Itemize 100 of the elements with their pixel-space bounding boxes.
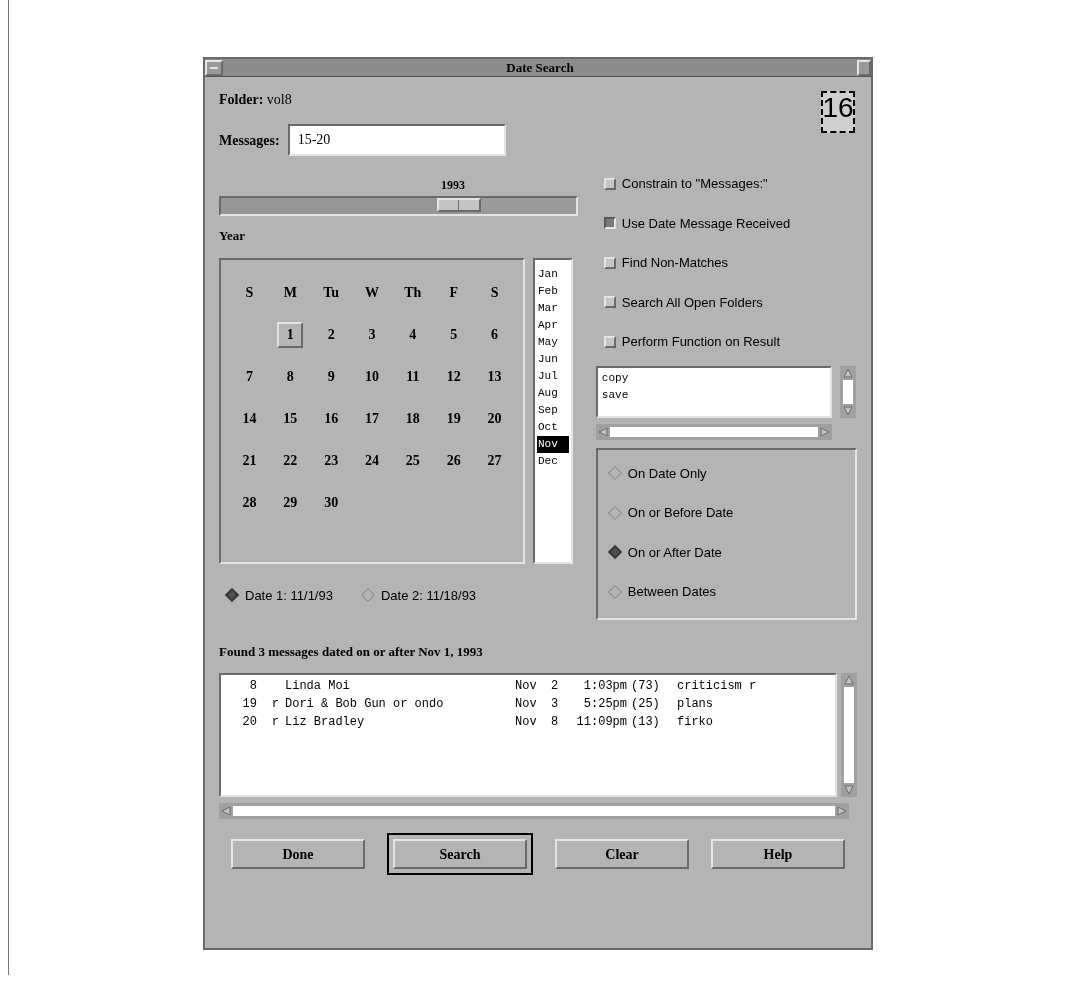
month-list[interactable]: Jan Feb Mar Apr May Jun Jul Aug Sep Oct Nov Dec — [533, 257, 573, 564]
vertical-scrollbar[interactable] — [839, 365, 856, 418]
slider-label: Year — [219, 227, 246, 245]
message-sender: Linda Moi — [285, 678, 351, 695]
day-cell[interactable]: 12 — [440, 363, 467, 390]
day-cell[interactable]: 6 — [481, 321, 508, 348]
horizontal-scrollbar[interactable] — [595, 423, 832, 440]
message-number: 19 — [241, 696, 257, 713]
stamp-day: 16 — [822, 93, 854, 123]
day-cell[interactable]: 21 — [236, 447, 263, 474]
dialog-button[interactable]: Done — [231, 839, 365, 869]
month-item[interactable]: Apr — [537, 316, 569, 334]
right-arrow-icon[interactable] — [819, 426, 830, 437]
day-cell[interactable]: 18 — [399, 405, 426, 432]
month-item[interactable]: Feb — [537, 282, 569, 300]
day-cell[interactable]: 14 — [236, 405, 263, 432]
day-cell[interactable]: 24 — [359, 447, 385, 474]
day-cell[interactable]: 10 — [359, 363, 385, 390]
weekday-label: M — [282, 283, 298, 302]
day-cell[interactable]: 1 — [277, 321, 304, 348]
weekday-label: Th — [403, 283, 423, 302]
folder-label: Folder: — [219, 92, 265, 107]
day-cell[interactable]: 9 — [318, 363, 345, 390]
radio-label: Date 2: 11/18/93 — [380, 586, 477, 605]
result-row[interactable]: 8 Linda Moi Nov 2 1:03pm (73) criticism r — [221, 677, 836, 695]
month-item[interactable]: Dec — [537, 452, 569, 470]
vertical-scrollbar[interactable] — [841, 673, 857, 797]
message-time: 5:25pm — [582, 696, 628, 713]
radio-label: On or Before Date — [627, 504, 734, 522]
function-item[interactable]: copy — [601, 369, 826, 387]
up-arrow-icon[interactable] — [844, 675, 855, 685]
month-item[interactable]: Jul — [537, 367, 569, 385]
radio-label: On Date Only — [627, 464, 707, 483]
right-arrow-icon[interactable] — [837, 806, 847, 816]
message-number: 8 — [248, 678, 257, 695]
message-number: 20 — [241, 714, 257, 731]
results-list[interactable]: 8 Linda Moi Nov 2 1:03pm (73) criticism r 19 r Dori & Bob Gun or ondo Nov 3 5:25pm (25) plans 20 r Liz Bradley Nov 8 11:09pm (13) firko — [219, 673, 838, 797]
day-cell[interactable]: 20 — [481, 405, 508, 432]
dialog-button[interactable]: Clear — [555, 839, 689, 869]
checkbox-label: Use Date Message Received — [621, 214, 791, 233]
day-cell[interactable]: 2 — [318, 321, 345, 348]
month-item[interactable]: May — [537, 333, 569, 351]
month-item[interactable]: Jan — [537, 265, 569, 283]
folder-name: vol8 — [266, 92, 292, 107]
result-row[interactable]: 20 r Liz Bradley Nov 8 11:09pm (13) firko — [221, 713, 836, 731]
dialog-button[interactable]: Help — [711, 839, 845, 869]
month-item[interactable]: Mar — [537, 299, 569, 317]
day-cell[interactable]: 5 — [440, 321, 467, 348]
window-resize-button[interactable] — [857, 59, 871, 76]
day-cell[interactable]: 17 — [359, 405, 385, 432]
message-date: Nov 3 — [515, 696, 560, 713]
status-text: r — [271, 697, 279, 711]
message-subject: criticism r — [676, 678, 757, 695]
messages-label: Messages: — [219, 131, 280, 150]
day-cell[interactable]: 13 — [481, 363, 508, 390]
messages-field[interactable]: 15-20 — [287, 124, 506, 156]
window-menu-button[interactable] — [205, 59, 223, 76]
radio-label: On or After Date — [627, 543, 722, 562]
checkbox-label: Find Non-Matches — [621, 254, 729, 272]
day-cell[interactable]: 25 — [399, 447, 426, 474]
month-item[interactable]: Nov — [537, 435, 569, 453]
day-cell[interactable]: 16 — [318, 405, 345, 432]
function-list[interactable]: copy save — [595, 365, 832, 418]
result-row[interactable]: 19 r Dori & Bob Gun or ondo Nov 3 5:25pm (25) plans — [221, 695, 836, 713]
month-item[interactable]: Aug — [537, 384, 569, 402]
month-item[interactable]: Jun — [537, 350, 569, 368]
day-cell[interactable]: 29 — [277, 489, 304, 516]
day-cell[interactable]: 27 — [481, 447, 508, 474]
left-arrow-icon[interactable] — [597, 426, 608, 437]
up-arrow-icon[interactable] — [842, 367, 853, 378]
horizontal-scrollbar[interactable] — [219, 803, 849, 819]
left-arrow-icon[interactable] — [221, 806, 231, 816]
message-size: (73) — [631, 678, 661, 695]
message-date: Nov 2 — [515, 678, 560, 695]
day-cell[interactable]: 19 — [440, 405, 467, 432]
dialog-button[interactable]: Search — [393, 839, 527, 869]
day-cell[interactable]: 28 — [236, 489, 263, 516]
down-arrow-icon[interactable] — [842, 405, 853, 416]
slider-thumb[interactable] — [436, 198, 481, 212]
day-cell[interactable]: 3 — [359, 321, 385, 348]
day-cell[interactable]: 4 — [399, 321, 426, 348]
down-arrow-icon[interactable] — [844, 785, 855, 795]
day-cell[interactable]: 7 — [236, 363, 263, 390]
day-cell[interactable]: 30 — [318, 489, 345, 516]
day-cell[interactable]: 11 — [399, 363, 426, 390]
day-cell[interactable]: 22 — [277, 447, 304, 474]
year-reading: 1993 — [441, 178, 465, 192]
checkbox[interactable] — [603, 217, 616, 230]
day-cell[interactable]: 26 — [440, 447, 467, 474]
day-cell[interactable]: 23 — [318, 447, 345, 474]
month-item[interactable]: Oct — [537, 418, 569, 436]
year-slider[interactable] — [219, 196, 578, 216]
function-item[interactable]: save — [601, 386, 826, 404]
day-cell[interactable]: 15 — [277, 405, 304, 432]
month-item[interactable]: Sep — [537, 401, 569, 419]
message-subject: firko — [676, 714, 713, 731]
checkbox-label: Constrain to "Messages:" — [621, 175, 768, 193]
message-size: (13) — [631, 714, 661, 731]
day-cell[interactable]: 8 — [277, 363, 304, 390]
message-size: (25) — [631, 696, 661, 713]
